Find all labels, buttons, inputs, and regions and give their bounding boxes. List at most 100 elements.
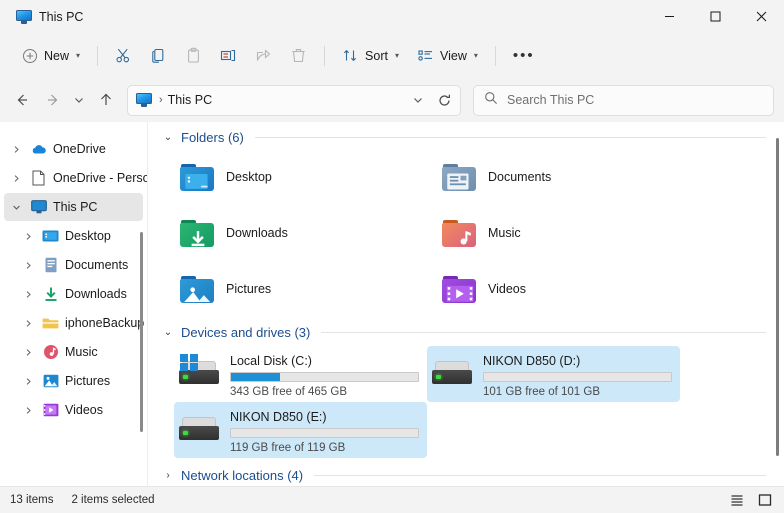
folder-tile[interactable]: Music — [436, 205, 698, 261]
folders-group-title: Folders (6) — [181, 130, 244, 145]
chevron-right-icon[interactable] — [20, 261, 36, 270]
folder-tile[interactable]: Desktop — [174, 149, 436, 205]
capacity-bar-fill — [231, 373, 280, 381]
maximize-button[interactable] — [692, 0, 738, 33]
drive-tile[interactable]: NIKON D850 (E:) 119 GB free of 119 GB — [174, 402, 427, 458]
toolbar-divider-3 — [494, 45, 496, 66]
folder-tile[interactable]: Documents — [436, 149, 698, 205]
paste-button[interactable] — [176, 40, 211, 72]
folder-tile[interactable]: Pictures — [174, 261, 436, 317]
drives-list: Local Disk (C:) 343 GB free of 465 GB NIKO… — [148, 346, 784, 458]
chevron-right-icon[interactable] — [20, 348, 36, 357]
document-icon — [30, 170, 47, 186]
minimize-button[interactable] — [646, 0, 692, 33]
address-dropdown-button[interactable] — [406, 88, 430, 113]
copy-button[interactable] — [141, 40, 176, 72]
network-group-title: Network locations (4) — [181, 468, 304, 483]
folder-tile[interactable]: Videos — [436, 261, 698, 317]
sidebar-item-onedrive-perso[interactable]: OneDrive - Perso — [4, 164, 147, 192]
scissors-icon — [115, 47, 132, 64]
sort-button[interactable]: Sort ▾ — [333, 40, 408, 72]
sidebar-item-downloads[interactable]: Downloads — [4, 280, 143, 308]
chevron-right-icon[interactable] — [20, 232, 36, 241]
drive-tile[interactable]: NIKON D850 (D:) 101 GB free of 101 GB — [427, 346, 680, 402]
folder-tile-label: Music — [488, 226, 521, 240]
drives-group-header[interactable]: ⌄ Devices and drives (3) — [148, 319, 784, 344]
drive-info: NIKON D850 (E:) 119 GB free of 119 GB — [230, 409, 419, 454]
sidebar-item-videos[interactable]: Videos — [4, 396, 143, 424]
up-button[interactable] — [90, 85, 121, 116]
capacity-bar — [230, 428, 419, 438]
status-bar: 13 items 2 items selected — [0, 486, 784, 513]
sidebar-item-pictures[interactable]: Pictures — [4, 367, 143, 395]
plus-circle-icon — [21, 47, 38, 64]
drive-info: Local Disk (C:) 343 GB free of 465 GB — [230, 353, 419, 398]
content-scrollbar-thumb[interactable] — [776, 138, 779, 456]
group-rule — [254, 137, 766, 138]
drive-free-space: 101 GB free of 101 GB — [483, 386, 600, 398]
videos-icon — [42, 403, 59, 417]
chevron-down-icon: ▾ — [76, 51, 81, 60]
list-view-icon[interactable] — [726, 490, 748, 510]
chevron-right-icon[interactable] — [8, 145, 24, 154]
copy-icon — [150, 47, 167, 64]
item-count: 13 items — [10, 494, 54, 506]
toolbar-divider — [97, 45, 99, 66]
sidebar-item-label: Desktop — [65, 229, 111, 243]
recent-locations-button[interactable] — [68, 85, 90, 116]
folder-tree: OneDrive OneDrive - Perso This PC Desktop Do… — [0, 135, 147, 424]
drive-tile[interactable]: Local Disk (C:) 343 GB free of 465 GB — [174, 346, 427, 402]
view-button[interactable]: View ▾ — [408, 40, 487, 72]
new-label: New — [44, 48, 70, 63]
network-group-header[interactable]: › Network locations (4) — [148, 462, 784, 486]
rename-button[interactable] — [211, 40, 246, 72]
chevron-down-icon[interactable]: ⌄ — [162, 132, 174, 143]
address-monitor-icon — [136, 93, 152, 107]
command-bar: New ▾ Sort ▾ View ▾ ••• — [0, 33, 784, 78]
selection-count: 2 items selected — [71, 494, 155, 506]
forward-button[interactable] — [37, 85, 68, 116]
chevron-down-icon[interactable] — [8, 203, 24, 212]
chevron-right-icon[interactable]: › — [162, 470, 174, 481]
close-button[interactable] — [738, 0, 784, 33]
sidebar-item-music[interactable]: Music — [4, 338, 143, 366]
sidebar-item-iphonebackup[interactable]: iphoneBackup — [4, 309, 144, 337]
cut-button[interactable] — [106, 40, 141, 72]
sidebar-item-documents[interactable]: Documents — [4, 251, 143, 279]
chevron-right-icon[interactable] — [20, 406, 36, 415]
sidebar-item-onedrive[interactable]: OneDrive — [4, 135, 143, 163]
monitor-icon — [16, 9, 32, 24]
more-options-button[interactable]: ••• — [504, 40, 544, 72]
folders-group-header[interactable]: ⌄ Folders (6) — [148, 124, 784, 149]
items-view: ⌄ Folders (6) Desktop Documents Downloads M… — [148, 122, 784, 486]
chevron-right-icon[interactable] — [20, 290, 36, 299]
delete-button[interactable] — [281, 40, 316, 72]
tiles-view-icon[interactable] — [754, 490, 776, 510]
tab-this-pc[interactable]: This PC — [10, 6, 93, 28]
folder-tile-label: Pictures — [226, 282, 272, 296]
capacity-bar — [483, 372, 672, 382]
search-box[interactable]: Search This PC — [473, 84, 774, 116]
share-button[interactable] — [246, 40, 281, 72]
sidebar-item-desktop[interactable]: Desktop — [4, 222, 143, 250]
trash-icon — [290, 47, 307, 64]
breadcrumb-this-pc[interactable]: This PC — [168, 93, 212, 107]
desktop-folder-icon — [180, 163, 214, 191]
chevron-right-icon[interactable] — [8, 174, 24, 183]
group-rule — [321, 332, 766, 333]
new-button[interactable]: New ▾ — [12, 40, 89, 72]
address-bar[interactable]: › This PC — [127, 84, 461, 116]
sidebar-item-this-pc[interactable]: This PC — [4, 193, 143, 221]
drive-icon — [431, 357, 473, 389]
drive-name: Local Disk (C:) — [230, 354, 312, 368]
drive-free-space: 343 GB free of 465 GB — [230, 386, 347, 398]
sidebar-item-label: Music — [65, 345, 98, 359]
refresh-button[interactable] — [432, 88, 456, 113]
chevron-right-icon[interactable] — [20, 319, 36, 328]
chevron-down-icon[interactable]: ⌄ — [162, 327, 174, 338]
back-button[interactable] — [6, 85, 37, 116]
breadcrumb[interactable]: › This PC — [159, 93, 406, 107]
chevron-right-icon[interactable] — [20, 377, 36, 386]
sidebar-scrollbar-thumb[interactable] — [140, 232, 143, 432]
folder-tile[interactable]: Downloads — [174, 205, 436, 261]
